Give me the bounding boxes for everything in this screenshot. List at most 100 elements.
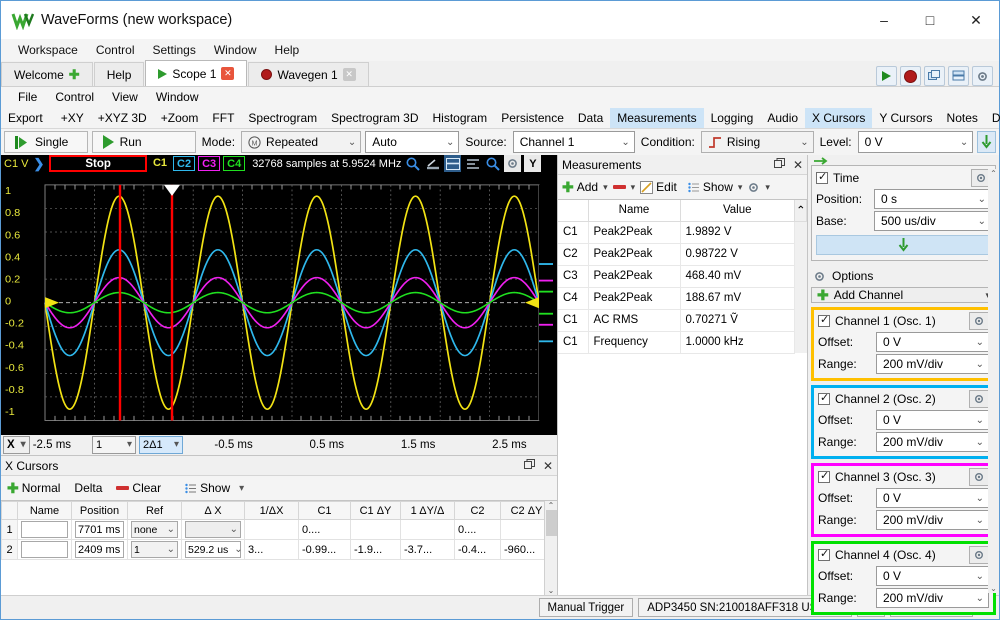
close-icon[interactable]: ✕ <box>221 67 234 80</box>
zoom-in-icon[interactable] <box>404 155 421 172</box>
add-measurement-button[interactable]: ✚ Add <box>562 180 598 194</box>
scroll-down-icon[interactable]: ⌄ <box>548 586 555 595</box>
cell-name[interactable] <box>18 520 72 540</box>
channel-3-range-select[interactable]: 200 mV/div ⌄ <box>876 510 989 530</box>
col-position[interactable]: Position <box>72 502 128 520</box>
channel-1-offset-select[interactable]: 0 V ⌄ <box>876 332 989 352</box>
feature-y-cursors[interactable]: Y Cursors <box>872 108 939 128</box>
col-name[interactable]: Name <box>18 502 72 520</box>
feature-xyz-3d[interactable]: +XYZ 3D <box>91 108 154 128</box>
y-axis-button[interactable]: Y <box>524 155 541 172</box>
tab-wavegen-1[interactable]: Wavegen 1 ✕ <box>248 62 368 86</box>
run-all-button[interactable] <box>876 66 897 86</box>
tile-windows-button[interactable] <box>924 66 945 86</box>
scope-plot[interactable]: 10.80.6 0.40.20 -0.2-0.4-0.6 -0.8-1 <box>1 172 557 434</box>
sidebar-scrollbar[interactable]: ⌃ ⌄ <box>988 169 999 593</box>
chevron-down-icon[interactable]: ▾ <box>738 182 743 193</box>
chevron-down-icon[interactable]: ▾ <box>603 182 608 193</box>
submenu-window[interactable]: Window <box>147 89 208 105</box>
measurements-table-wrap[interactable]: Name Value ⌃ C1 Peak2Peak 1.9892 V <box>558 199 807 595</box>
col-1dyd[interactable]: 1 ΔY/Δ <box>401 502 455 520</box>
base-select[interactable]: 500 us/div ⌄ <box>874 211 991 231</box>
run-button[interactable]: Run <box>92 131 196 153</box>
x-cursors-scrollbar[interactable]: ⌃ ⌄ <box>544 501 557 595</box>
feature-xy[interactable]: +XY <box>54 108 91 128</box>
stop-all-button[interactable] <box>900 66 921 86</box>
condition-select[interactable]: Rising ⌄ <box>701 131 814 153</box>
plus-icon[interactable]: ✚ <box>69 67 80 83</box>
options-row[interactable]: Options ▾ <box>811 265 996 287</box>
feature-zoom[interactable]: +Zoom <box>154 108 206 128</box>
horizontal-layout-icon[interactable] <box>444 155 461 172</box>
feature-audio[interactable]: Audio <box>760 108 805 128</box>
x-cursors-table-wrap[interactable]: Name Position Ref Δ X 1/ΔX C1 C1 ΔY 1 ΔY… <box>1 500 557 595</box>
cursor-index-select[interactable]: 1 ▾ <box>92 436 136 454</box>
measurement-settings-button[interactable] <box>747 181 760 194</box>
col-c2[interactable]: C2 <box>455 502 501 520</box>
auto-select[interactable]: Auto ⌄ <box>365 131 459 153</box>
remove-measurement-button[interactable] <box>613 185 626 189</box>
menu-control[interactable]: Control <box>87 41 144 59</box>
settings-gear-button[interactable] <box>972 66 993 86</box>
cursor-delta-select[interactable]: 2Δ1 ▾ <box>139 436 183 454</box>
channel-2-checkbox[interactable] <box>818 393 830 405</box>
position-select[interactable]: 0 s ⌄ <box>874 189 991 209</box>
feature-histogram[interactable]: Histogram <box>426 108 495 128</box>
scroll-up-icon[interactable]: ⌃ <box>990 169 997 178</box>
maximize-button[interactable]: □ <box>907 1 953 39</box>
stop-button[interactable]: Stop <box>49 155 147 172</box>
add-delta-cursor-button[interactable]: Delta <box>74 481 102 495</box>
undock-icon[interactable] <box>524 459 535 473</box>
feature-x-cursors[interactable]: X Cursors <box>805 108 872 128</box>
manual-trigger-button[interactable]: Manual Trigger <box>539 598 634 617</box>
col-c1[interactable]: C1 <box>299 502 351 520</box>
close-icon[interactable]: ✕ <box>543 459 553 473</box>
chevron-down-icon[interactable]: ▾ <box>631 182 636 193</box>
menu-help[interactable]: Help <box>266 41 309 59</box>
channel-1-range-select[interactable]: 200 mV/div ⌄ <box>876 354 989 374</box>
col-ref[interactable]: Ref <box>128 502 182 520</box>
channel-tag-c2[interactable]: C2 <box>173 156 195 171</box>
channel-3-checkbox[interactable] <box>818 471 830 483</box>
submenu-view[interactable]: View <box>103 89 147 105</box>
channel-1-settings-button[interactable] <box>969 312 989 330</box>
chevron-down-icon[interactable]: ▾ <box>765 182 770 193</box>
cell-dx[interactable]: 529.2 us⌄ <box>182 540 245 560</box>
channel-4-offset-select[interactable]: 0 V ⌄ <box>876 566 989 586</box>
channel-tag-c4[interactable]: C4 <box>223 156 245 171</box>
channel-2-settings-button[interactable] <box>969 390 989 408</box>
undock-icon[interactable] <box>774 158 785 172</box>
feature-export[interactable]: Export <box>1 108 50 128</box>
fit-view-icon[interactable] <box>424 155 441 172</box>
channel-2-offset-select[interactable]: 0 V ⌄ <box>876 410 989 430</box>
scroll-up-icon[interactable]: ⌃ <box>548 501 555 510</box>
align-left-icon[interactable] <box>464 155 481 172</box>
menu-workspace[interactable]: Workspace <box>9 41 87 59</box>
channel-tag-c1[interactable]: C1 <box>150 156 170 171</box>
submenu-file[interactable]: File <box>9 89 46 105</box>
close-button[interactable]: ✕ <box>953 1 999 39</box>
feature-measurements[interactable]: Measurements <box>610 108 703 128</box>
time-apply-button[interactable] <box>816 235 991 255</box>
channel-4-range-select[interactable]: 200 mV/div ⌄ <box>876 588 989 608</box>
tab-help[interactable]: Help <box>94 62 145 86</box>
mode-select[interactable]: M Repeated ⌄ <box>241 131 361 153</box>
x-axis-button[interactable]: X ▾ <box>3 436 30 454</box>
show-columns-button[interactable]: Show ▾ <box>185 481 244 495</box>
close-icon[interactable]: ✕ <box>343 68 356 81</box>
clear-cursors-button[interactable]: Clear <box>116 481 161 495</box>
cell-name[interactable] <box>18 540 72 560</box>
submenu-control[interactable]: Control <box>46 89 103 105</box>
col-c1dy[interactable]: C1 ΔY <box>351 502 401 520</box>
cell-position[interactable]: 2409 ms <box>72 540 128 560</box>
gear-icon[interactable] <box>504 155 521 172</box>
scroll-down-icon[interactable]: ⌄ <box>990 584 997 593</box>
channel-2-range-select[interactable]: 200 mV/div ⌄ <box>876 432 989 452</box>
feature-persistence[interactable]: Persistence <box>494 108 571 128</box>
show-measurement-button[interactable]: Show <box>688 180 733 194</box>
scroll-thumb[interactable] <box>546 510 557 536</box>
channel-4-checkbox[interactable] <box>818 549 830 561</box>
feature-logging[interactable]: Logging <box>704 108 761 128</box>
edit-measurement-button[interactable]: Edit <box>640 180 677 194</box>
feature-fft[interactable]: FFT <box>205 108 241 128</box>
